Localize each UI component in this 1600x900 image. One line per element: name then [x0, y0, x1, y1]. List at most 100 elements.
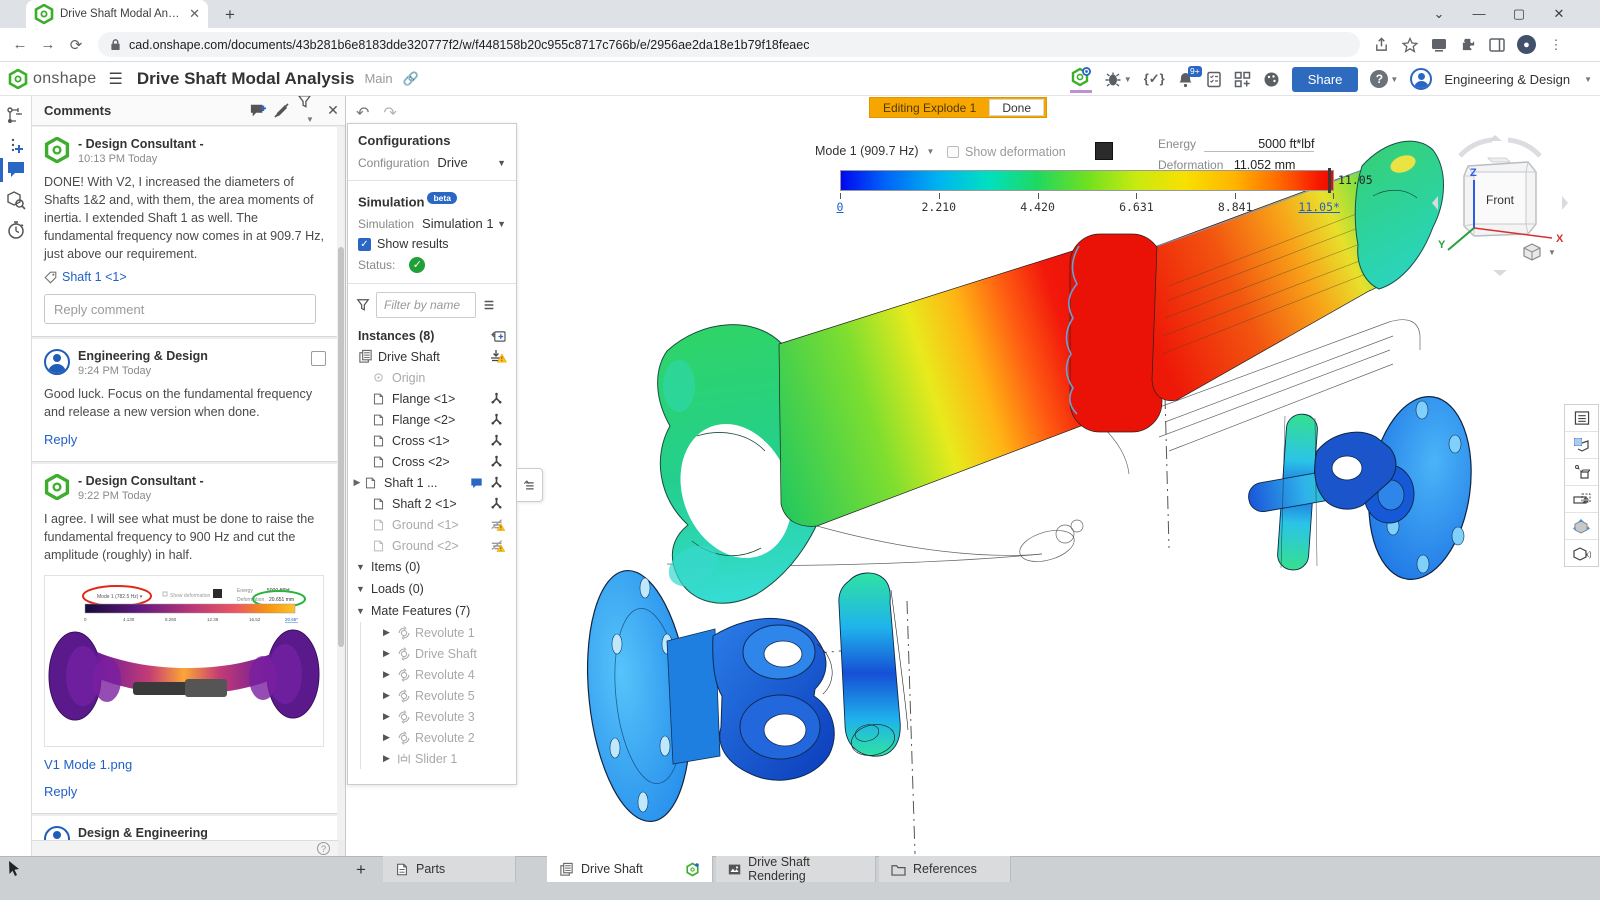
energy-value[interactable]: 5000 ft*lbf: [1204, 137, 1315, 152]
stopwatch-icon[interactable]: [6, 220, 26, 240]
mate-connector-icon[interactable]: [490, 455, 508, 468]
window-minimize-button[interactable]: —: [1464, 4, 1494, 24]
configuration-caret-icon[interactable]: ▼: [497, 158, 506, 168]
reply-link[interactable]: Reply: [44, 432, 77, 447]
resolve-comment-checkbox[interactable]: [311, 351, 326, 367]
comment-indicator-icon[interactable]: [470, 476, 486, 490]
tab-search-chevron-icon[interactable]: ⌄: [1424, 4, 1454, 24]
shaft2-stub-exploded[interactable]: [838, 572, 909, 760]
share-page-icon[interactable]: [1372, 36, 1390, 54]
dock-bom-icon[interactable]: [1565, 432, 1598, 459]
flange2-exploded[interactable]: [1314, 390, 1483, 586]
url-field[interactable]: cad.onshape.com/documents/43b281b6e8183d…: [98, 32, 1360, 57]
browser-profile-avatar[interactable]: ●: [1517, 35, 1536, 54]
panel-flyout-handle[interactable]: [517, 468, 543, 502]
help-mini-icon[interactable]: ?: [317, 842, 330, 855]
comment-attachment-image[interactable]: Mode 1 (782.5 Hz) ▾ Show deformation Ene…: [44, 574, 324, 747]
expand-chevron-icon[interactable]: ▶: [350, 477, 364, 488]
show-results-checkbox[interactable]: ✓: [358, 237, 371, 251]
undo-icon[interactable]: ↶: [356, 103, 369, 123]
show-results-row[interactable]: ✓ Show results: [348, 234, 516, 254]
mate-feature-row[interactable]: ▶ Revolute 2: [360, 727, 516, 749]
instance-row-ground2[interactable]: Ground <2>: [348, 535, 516, 556]
account-name[interactable]: Engineering & Design: [1444, 72, 1570, 87]
window-close-button[interactable]: ✕: [1544, 4, 1574, 24]
fixed-warning-icon[interactable]: [490, 349, 508, 364]
apps-grid-icon[interactable]: [1234, 71, 1251, 88]
mate-connector-icon[interactable]: [490, 392, 508, 405]
done-button[interactable]: Done: [989, 99, 1044, 116]
simulation-app-icon[interactable]: [1069, 66, 1092, 93]
follow-mode-icon[interactable]: [6, 136, 26, 156]
simulation-caret-icon[interactable]: ▼: [497, 219, 506, 229]
instance-row-cross1[interactable]: Cross <1>: [348, 430, 516, 451]
loads-section[interactable]: ▼ Loads (0): [348, 578, 516, 600]
filter-comments-icon[interactable]: ▼: [297, 96, 321, 127]
configuration-dropdown[interactable]: Drive: [437, 155, 497, 170]
bookmark-star-icon[interactable]: [1401, 36, 1419, 54]
expand-chevron-icon[interactable]: ▶: [383, 627, 393, 638]
items-section[interactable]: ▼ Items (0): [348, 556, 516, 578]
comments-panel-icon[interactable]: [6, 160, 26, 180]
forward-button[interactable]: →: [34, 36, 62, 53]
attachment-filename-link[interactable]: V1 Mode 1.png: [44, 757, 132, 772]
dock-section-view-icon[interactable]: [1565, 486, 1598, 513]
mute-notifications-icon[interactable]: [273, 102, 297, 119]
reply-link[interactable]: Reply: [44, 784, 77, 799]
tab-drive-shaft[interactable]: Drive Shaft: [547, 856, 713, 882]
tab-parts[interactable]: Parts: [383, 856, 516, 882]
comments-scrollbar[interactable]: [337, 127, 345, 840]
instance-row-flange2[interactable]: Flange <2>: [348, 409, 516, 430]
insert-instance-icon[interactable]: [491, 330, 506, 343]
browser-menu-kebab-icon[interactable]: ⋮: [1547, 36, 1565, 54]
instance-row-origin[interactable]: Origin: [348, 367, 516, 388]
tab-drive-shaft-rendering[interactable]: Drive Shaft Rendering: [716, 855, 876, 883]
mode-selector[interactable]: Mode 1 (909.7 Hz) ▼: [815, 144, 934, 158]
expand-chevron-icon[interactable]: ▶: [383, 648, 393, 659]
new-comment-icon[interactable]: [249, 103, 273, 119]
tasks-checklist-icon[interactable]: [1206, 71, 1222, 88]
show-deformation-checkbox[interactable]: [947, 146, 959, 158]
mate-connector-icon[interactable]: [490, 413, 508, 426]
onshape-logo[interactable]: onshape: [8, 68, 97, 89]
dock-exploded-view-icon[interactable]: [1565, 459, 1598, 486]
instance-row-flange1[interactable]: Flange <1>: [348, 388, 516, 409]
redo-icon[interactable]: ↷: [383, 103, 396, 123]
filter-input[interactable]: [376, 292, 476, 319]
add-tab-button[interactable]: +: [356, 860, 366, 880]
mate-feature-row[interactable]: ▶ Slider 1: [360, 748, 516, 770]
expand-chevron-icon[interactable]: ▶: [383, 669, 393, 680]
comment-part-tag-link[interactable]: Shaft 1 <1>: [62, 270, 127, 284]
share-button[interactable]: Share: [1291, 66, 1359, 92]
new-tab-button[interactable]: +: [218, 4, 242, 26]
instance-row-cross2[interactable]: Cross <2>: [348, 451, 516, 472]
ground-warning-icon[interactable]: [490, 538, 508, 553]
feature-script-icon[interactable]: {✓}: [1144, 71, 1165, 87]
account-caret-icon[interactable]: ▼: [1584, 75, 1592, 84]
list-view-icon[interactable]: [482, 298, 496, 312]
mate-features-section[interactable]: ▼ Mate Features (7): [348, 600, 516, 622]
side-panel-icon[interactable]: [1488, 36, 1506, 54]
reply-comment-input[interactable]: [44, 294, 316, 325]
filter-icon[interactable]: [356, 298, 370, 312]
expand-chevron-icon[interactable]: ▶: [383, 690, 393, 701]
account-avatar[interactable]: [1410, 68, 1433, 90]
instance-row-shaft2[interactable]: Shaft 2 <1>: [348, 493, 516, 514]
mate-connector-icon[interactable]: [490, 434, 508, 447]
instance-row-shaft1[interactable]: ▶ Shaft 1 ...: [348, 472, 516, 493]
mate-connector-icon[interactable]: [490, 476, 508, 489]
dock-named-views-icon[interactable]: [1565, 513, 1598, 540]
copy-link-icon[interactable]: 🔗: [403, 71, 419, 87]
instance-row-ground1[interactable]: Ground <1>: [348, 514, 516, 535]
mate-feature-row[interactable]: ▶ Revolute 3: [360, 706, 516, 728]
workspace-name[interactable]: Main: [364, 71, 392, 86]
expand-chevron-icon[interactable]: ▶: [383, 732, 393, 743]
document-menu-icon[interactable]: ☰: [109, 69, 123, 89]
extension-badge-icon[interactable]: [1430, 36, 1448, 54]
report-bug-icon[interactable]: ▼: [1104, 71, 1132, 87]
extensions-puzzle-icon[interactable]: [1459, 36, 1477, 54]
dock-appearance-icon[interactable]: x): [1565, 540, 1598, 567]
scale-max-link[interactable]: 11.05*: [1298, 200, 1340, 214]
show-deformation-control[interactable]: Show deformation: [947, 145, 1066, 159]
window-maximize-button[interactable]: ▢: [1504, 4, 1534, 24]
